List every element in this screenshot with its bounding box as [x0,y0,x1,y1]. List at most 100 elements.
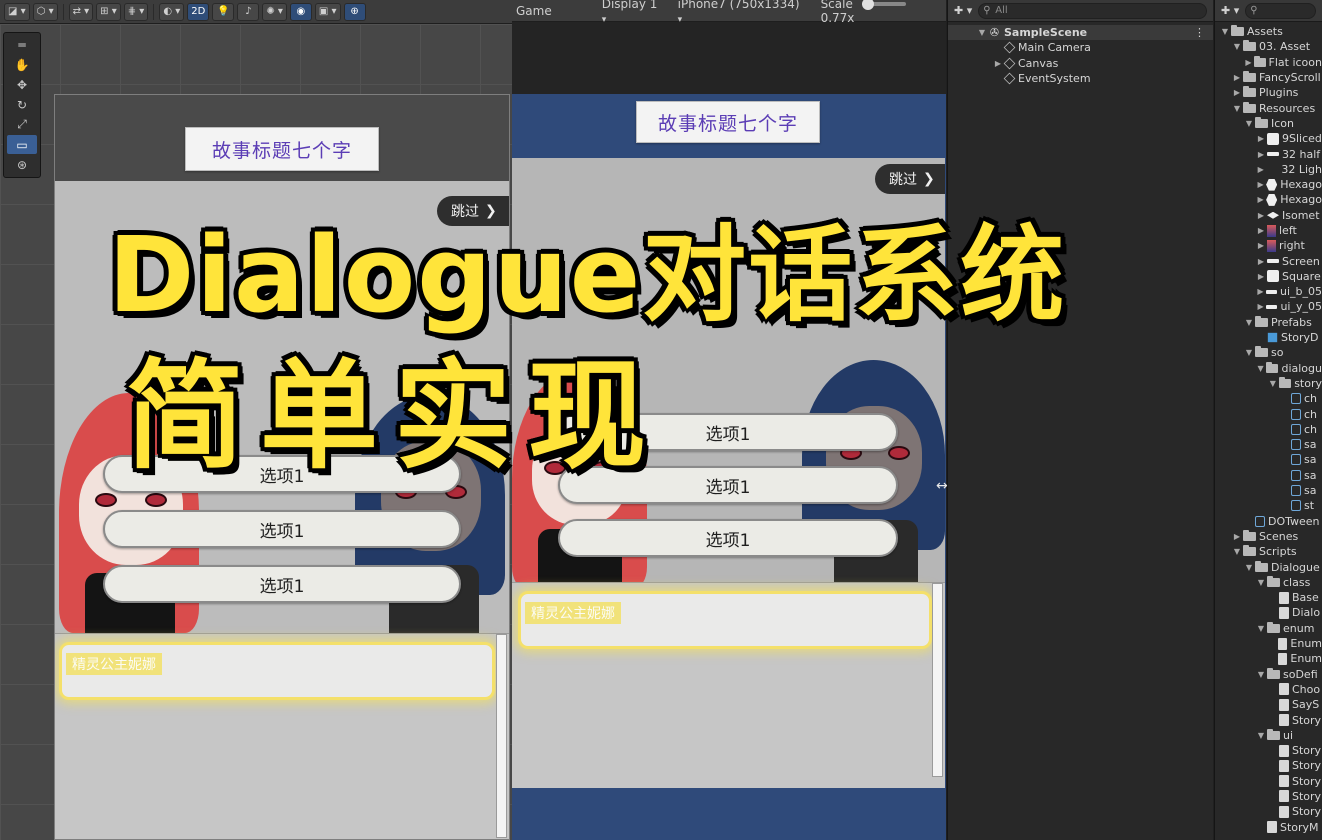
scale-tool-icon[interactable]: ⤢ [7,115,37,134]
move-tool-icon[interactable]: ✥ [7,75,37,94]
project-item[interactable]: SayS [1215,697,1322,712]
shading-mode-icon[interactable]: ◐ ▾ [159,2,185,21]
collapse-arrow-icon[interactable]: ▶ [1255,150,1267,159]
project-item[interactable]: ▶ 32 Ligh [1215,162,1322,177]
project-item[interactable]: ▼ so [1215,345,1322,360]
project-item[interactable]: Enum [1215,636,1322,651]
increment-snap-icon[interactable]: ⋕ ▾ [123,2,149,21]
audio-toggle-icon[interactable]: ♪ [237,2,260,21]
skip-button[interactable]: 跳过 ❯ [437,196,509,226]
rect-tool-icon[interactable]: ▭ [7,135,37,154]
scene-row[interactable]: ▼ ✇ SampleScene ⋮ [948,25,1213,41]
expand-arrow-icon[interactable]: ▼ [1255,578,1267,587]
project-item[interactable]: sa [1215,437,1322,452]
grid-snap-icon[interactable]: ⊞ ▾ [96,2,121,21]
project-item[interactable]: ▶ Isomet [1215,208,1322,223]
rotate-tool-icon[interactable]: ↻ [7,95,37,114]
skip-button[interactable]: 跳过 ❯ [875,164,945,194]
collapse-arrow-icon[interactable]: ▶ [1231,73,1243,82]
collapse-arrow-icon[interactable]: ▶ [1255,195,1266,204]
expand-arrow-icon[interactable]: ▼ [1255,624,1267,633]
project-item[interactable]: ▶ ui_b_05 [1215,284,1322,299]
collapse-arrow-icon[interactable]: ▶ [1231,88,1243,97]
project-item[interactable]: ▼ Assets [1215,24,1322,39]
dialog-scrollbar[interactable] [932,583,943,777]
collapse-arrow-icon[interactable]: ▶ [1255,241,1267,250]
project-item[interactable]: ▼ story [1215,376,1322,391]
expand-arrow-icon[interactable]: ▼ [1255,731,1267,740]
expand-arrow-icon[interactable]: ▼ [1231,104,1243,113]
project-item[interactable]: ▼ 03. Asset [1215,39,1322,54]
project-item[interactable]: Choo [1215,682,1322,697]
collapse-arrow-icon[interactable]: ▶ [1231,532,1243,541]
project-item[interactable]: ▶ Plugins [1215,85,1322,100]
display-dropdown[interactable]: Display 1 [602,0,664,25]
project-item[interactable]: Story [1215,774,1322,789]
project-item[interactable]: ▼ Icon [1215,116,1322,131]
project-item[interactable]: ▶ Screen [1215,253,1322,268]
project-item[interactable]: ▶ Hexago [1215,192,1322,207]
project-item[interactable]: Story [1215,789,1322,804]
project-item[interactable]: ▼ Dialogue [1215,559,1322,574]
game-tab[interactable]: Game [516,4,552,18]
hierarchy-item[interactable]: Main Camera [948,40,1213,55]
project-item[interactable]: sa [1215,483,1322,498]
project-item[interactable]: ▶ ui_y_05 [1215,299,1322,314]
project-item[interactable]: ch [1215,391,1322,406]
project-item[interactable]: StoryM [1215,819,1322,834]
project-item[interactable]: Story [1215,743,1322,758]
project-item[interactable]: Enum [1215,651,1322,666]
collapse-arrow-icon[interactable]: ▶ [1255,211,1267,220]
expand-arrow-icon[interactable]: ▼ [976,28,988,37]
project-item[interactable]: ▼ Resources [1215,100,1322,115]
project-item[interactable]: ▶ Square [1215,269,1322,284]
scale-control[interactable]: Scale 0.77x [821,0,946,25]
project-item[interactable]: ▶ 32 half [1215,146,1322,161]
transform-tool-icon[interactable]: ⊛ [7,155,37,174]
effects-toggle-icon[interactable]: ✺ ▾ [262,2,287,21]
collapse-arrow-icon[interactable]: ▶ [1255,134,1267,143]
collapse-arrow-icon[interactable]: ▶ [1255,257,1267,266]
expand-arrow-icon[interactable]: ▼ [1243,318,1255,327]
render-cube-icon[interactable]: ⬡ ▾ [32,2,58,21]
expand-arrow-icon[interactable]: ▼ [1219,27,1231,36]
expand-arrow-icon[interactable]: ▶ [992,59,1004,68]
expand-arrow-icon[interactable]: ▼ [1243,119,1255,128]
camera-settings-icon[interactable]: ▣ ▾ [314,2,341,21]
create-plus-icon[interactable]: ✚ ▾ [1221,4,1239,17]
scale-slider[interactable] [861,0,906,10]
project-item[interactable]: Story [1215,712,1322,727]
choice-button-1[interactable]: 选项1 [558,413,898,451]
scene-menu-icon[interactable]: ⋮ [1194,26,1205,39]
dialog-scrollbar[interactable] [496,634,507,838]
collapse-arrow-icon[interactable]: ▶ [1255,226,1267,235]
gizmos-toggle-icon[interactable]: ⊕ [343,2,366,21]
project-item[interactable]: Base [1215,590,1322,605]
expand-arrow-icon[interactable]: ▼ [1243,563,1255,572]
hand-tool-icon[interactable]: ✋ [7,55,37,74]
expand-arrow-icon[interactable]: ▼ [1255,670,1267,679]
project-item[interactable]: DOTween [1215,514,1322,529]
2d-toggle-button[interactable]: 2D [187,2,210,21]
project-search-input[interactable] [1245,2,1316,19]
choice-button-2[interactable]: 选项1 [558,466,898,504]
project-item[interactable]: ▼ soDefi [1215,666,1322,681]
expand-arrow-icon[interactable]: ▼ [1231,547,1243,556]
project-item[interactable]: Dialo [1215,605,1322,620]
project-item[interactable]: sa [1215,468,1322,483]
project-item[interactable]: ▶ 9Sliced [1215,131,1322,146]
collapse-arrow-icon[interactable]: ▶ [1255,165,1266,174]
collapse-arrow-icon[interactable]: ▶ [1255,180,1266,189]
project-item[interactable]: ▼ dialogu [1215,361,1322,376]
collapse-arrow-icon[interactable]: ▶ [1255,287,1266,296]
draw-mode-icon[interactable]: ◪ ▾ [4,2,30,21]
collapse-arrow-icon[interactable]: ▶ [1243,58,1254,67]
collapse-arrow-icon[interactable]: ▶ [1255,302,1266,311]
choice-button-2[interactable]: 选项1 [103,510,461,548]
project-item[interactable]: ▶ Flat icoon [1215,55,1322,70]
choice-button-3[interactable]: 选项1 [558,519,898,557]
resolution-dropdown[interactable]: iPhone7 (750x1334) [678,0,805,25]
project-item[interactable]: ▶ right [1215,238,1322,253]
expand-arrow-icon[interactable]: ▼ [1231,42,1243,51]
choice-button-3[interactable]: 选项1 [103,565,461,603]
